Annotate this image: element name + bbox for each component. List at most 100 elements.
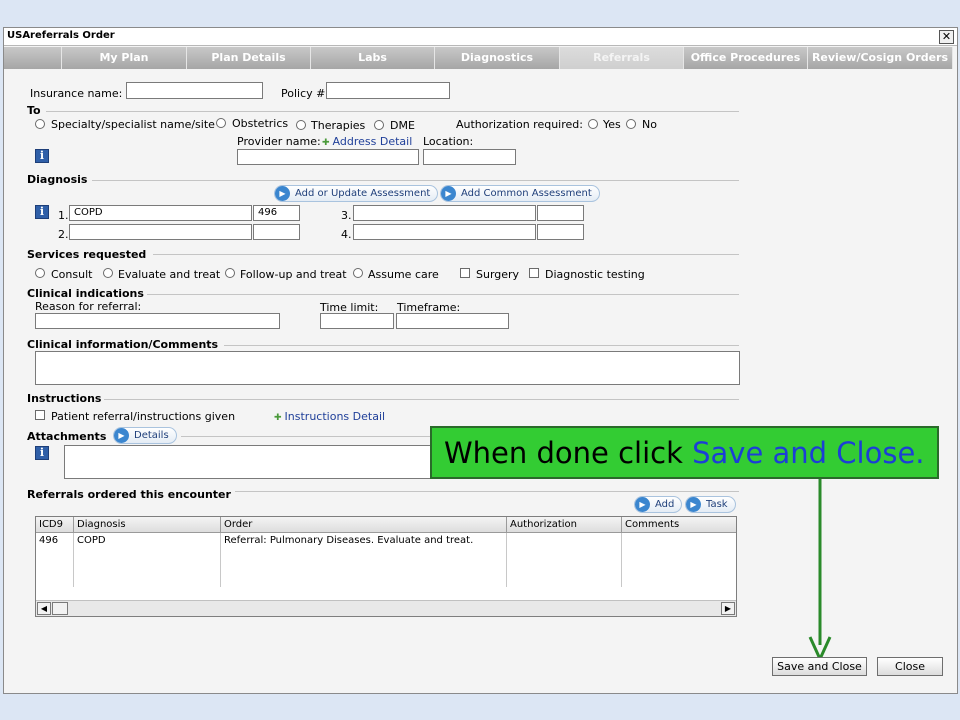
service-option-assume-care: Assume care [368, 268, 439, 281]
surgery-checkbox[interactable] [460, 268, 470, 278]
close-button[interactable]: Close [877, 657, 943, 676]
play-icon: ▶ [686, 497, 701, 512]
surgery-label: Surgery [476, 268, 520, 281]
reason-label: Reason for referral: [35, 300, 142, 313]
to-option-dme: DME [390, 119, 415, 132]
callout-highlight: Save and Close [692, 436, 916, 470]
callout-arrow [808, 479, 832, 663]
diagnosis-desc-field[interactable] [353, 224, 536, 240]
diagnosis-desc-field[interactable] [69, 224, 252, 240]
diagnosis-code-field[interactable] [537, 224, 584, 240]
callout-prefix: When done click [444, 436, 693, 470]
plus-icon: ✚ [274, 413, 282, 423]
play-icon: ▶ [275, 186, 290, 201]
diagnosis-code-field[interactable]: 496 [253, 205, 300, 221]
reason-field[interactable] [35, 313, 280, 329]
scroll-thumb[interactable] [52, 602, 68, 615]
location-label: Location: [423, 135, 474, 148]
timeframe-field[interactable] [396, 313, 509, 329]
callout-text: When done click Save and Close. [444, 436, 925, 470]
task-button[interactable]: ▶ Task [685, 496, 736, 513]
to-radio-obstetrics[interactable] [216, 118, 226, 128]
cell-diagnosis: COPD [74, 533, 221, 587]
instructions-given-checkbox[interactable] [35, 410, 45, 420]
scroll-right-icon[interactable]: ▶ [721, 602, 735, 615]
time-limit-field[interactable] [320, 313, 394, 329]
insurance-name-label: Insurance name: [30, 87, 123, 100]
policy-number-field[interactable] [326, 82, 450, 99]
tab-my-plan[interactable]: My Plan [62, 47, 187, 69]
add-common-assessment-button[interactable]: ▶ Add Common Assessment [440, 185, 600, 202]
title-bar: USAreferrals Order ✕ [4, 28, 957, 46]
instructions-given-label: Patient referral/instructions given [51, 410, 236, 423]
location-field[interactable] [423, 149, 516, 165]
add-update-assessment-label: Add or Update Assessment [295, 188, 431, 199]
instructions-heading: Instructions [27, 392, 102, 405]
services-heading: Services requested [27, 248, 147, 261]
to-option-therapies: Therapies [311, 119, 366, 132]
auth-radio-yes[interactable] [588, 119, 598, 129]
column-header-diagnosis[interactable]: Diagnosis [74, 517, 221, 533]
services-divider [153, 254, 739, 255]
service-option-follow-up: Follow-up and treat [240, 268, 347, 281]
instructions-divider [104, 399, 739, 400]
comments-textarea[interactable] [35, 351, 740, 385]
column-header-icd9[interactable]: ICD9 [36, 517, 74, 533]
clinical-divider [147, 294, 739, 295]
insurance-name-field[interactable] [126, 82, 263, 99]
cell-comments [622, 533, 736, 587]
attachments-divider [181, 436, 431, 437]
cell-authorization [507, 533, 622, 587]
play-icon: ▶ [114, 428, 129, 443]
to-radio-therapies[interactable] [296, 120, 306, 130]
play-icon: ▶ [441, 186, 456, 201]
details-button[interactable]: ▶ Details [113, 427, 177, 444]
tab-office-procedures[interactable]: Office Procedures [684, 47, 808, 69]
address-detail-label: Address Detail [332, 135, 413, 148]
save-and-close-button[interactable]: Save and Close [772, 657, 867, 676]
tab-review-cosign-orders[interactable]: Review/Cosign Orders [808, 47, 953, 69]
diagnosis-code-field[interactable] [253, 224, 300, 240]
window-title: USAreferrals Order [7, 30, 115, 41]
tab-referrals[interactable]: Referrals [560, 47, 684, 69]
service-radio-consult[interactable] [35, 268, 45, 278]
add-referral-button[interactable]: ▶ Add [634, 496, 683, 513]
info-icon[interactable]: i [35, 205, 49, 219]
tab-plan-details[interactable]: Plan Details [187, 47, 311, 69]
instructions-detail-link[interactable]: ✚ Instructions Detail [274, 410, 385, 423]
window-close-button[interactable]: ✕ [939, 30, 954, 44]
add-update-assessment-button[interactable]: ▶ Add or Update Assessment [274, 185, 439, 202]
details-label: Details [134, 430, 169, 441]
info-icon[interactable]: i [35, 446, 49, 460]
diagnosis-desc-field[interactable] [353, 205, 536, 221]
auth-option-no: No [642, 118, 657, 131]
auth-radio-no[interactable] [626, 119, 636, 129]
task-label: Task [706, 499, 728, 510]
address-detail-link[interactable]: ✚ Address Detail [322, 135, 412, 148]
service-radio-assume-care[interactable] [353, 268, 363, 278]
to-radio-dme[interactable] [374, 120, 384, 130]
horizontal-scrollbar[interactable]: ◀ ▶ [36, 600, 736, 616]
to-radio-specialty[interactable] [35, 119, 45, 129]
scroll-left-icon[interactable]: ◀ [37, 602, 51, 615]
tab-diagnostics[interactable]: Diagnostics [435, 47, 560, 69]
diagnosis-code-field[interactable] [537, 205, 584, 221]
tab-labs[interactable]: Labs [311, 47, 435, 69]
referrals-heading: Referrals ordered this encounter [27, 488, 231, 501]
column-header-authorization[interactable]: Authorization [507, 517, 622, 533]
column-header-comments[interactable]: Comments [622, 517, 736, 533]
attachments-box[interactable] [64, 445, 432, 479]
service-radio-follow-up[interactable] [225, 268, 235, 278]
column-header-order[interactable]: Order [221, 517, 507, 533]
provider-name-field[interactable] [237, 149, 419, 165]
diagnosis-row-number: 1. [58, 209, 69, 222]
diagnosis-desc-field[interactable]: COPD [69, 205, 252, 221]
to-divider [46, 111, 739, 112]
diagnosis-divider [92, 180, 739, 181]
diagnostic-testing-checkbox[interactable] [529, 268, 539, 278]
to-option-obstetrics: Obstetrics [232, 117, 289, 130]
to-option-specialty: Specialty/specialist name/site [51, 118, 215, 131]
service-radio-evaluate[interactable] [103, 268, 113, 278]
tab-bar: My Plan Plan Details Labs Diagnostics Re… [4, 47, 957, 69]
info-icon[interactable]: i [35, 149, 49, 163]
